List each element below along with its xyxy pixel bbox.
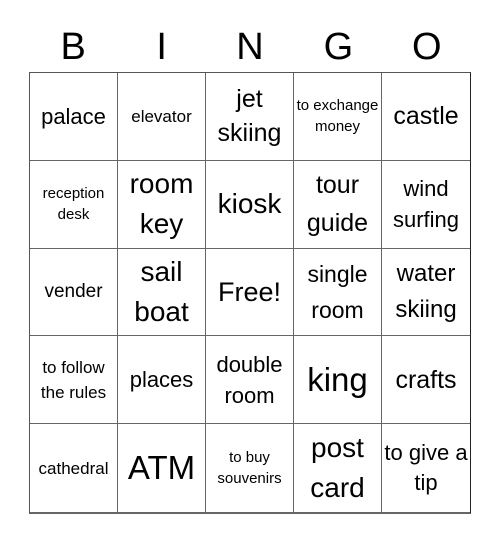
cell-text: to give a tip bbox=[384, 440, 468, 496]
bingo-cell[interactable]: wind surfing bbox=[382, 161, 470, 249]
bingo-grid: palace elevator jet skiing to exchange m… bbox=[29, 72, 471, 514]
cell-text: kiosk bbox=[217, 188, 282, 220]
cell-text: cathedral bbox=[38, 458, 109, 478]
cell-text: castle bbox=[393, 102, 459, 131]
cell-text: jet skiing bbox=[217, 85, 282, 148]
bingo-cell[interactable]: king bbox=[294, 336, 382, 425]
cell-text: to buy souvenirs bbox=[217, 449, 282, 488]
cell-text: ATM bbox=[127, 449, 196, 487]
bingo-cell[interactable]: to give a tip bbox=[382, 424, 470, 512]
header-letter-i: I bbox=[156, 26, 167, 68]
bingo-cell[interactable]: double room bbox=[206, 336, 294, 425]
bingo-cell[interactable]: reception desk bbox=[30, 160, 118, 249]
cell-text: to follow the rules bbox=[40, 357, 107, 402]
cell-text: vender bbox=[44, 281, 103, 303]
cell-text: to exchange money bbox=[296, 97, 379, 136]
bingo-cell[interactable]: to follow the rules bbox=[30, 336, 118, 425]
cell-text: single room bbox=[307, 260, 368, 323]
header-letter-g: G bbox=[323, 26, 354, 68]
cell-text: tour guide bbox=[306, 171, 369, 238]
cell-text: places bbox=[129, 367, 194, 393]
bingo-cell[interactable]: to exchange money bbox=[294, 73, 382, 161]
bingo-cell[interactable]: to buy souvenirs bbox=[206, 424, 294, 512]
bingo-cell[interactable]: single room bbox=[294, 248, 382, 337]
cell-text: king bbox=[307, 360, 368, 398]
bingo-cell[interactable]: jet skiing bbox=[206, 73, 294, 161]
header-letter-b: B bbox=[60, 26, 86, 68]
cell-text: room key bbox=[129, 168, 194, 240]
cell-text: wind surfing bbox=[392, 176, 460, 233]
cell-text: reception desk bbox=[42, 185, 105, 224]
cell-text: post card bbox=[310, 432, 365, 504]
bingo-cell[interactable]: places bbox=[118, 336, 206, 425]
bingo-cell[interactable]: Free! bbox=[206, 248, 294, 337]
bingo-cell[interactable]: kiosk bbox=[206, 160, 294, 249]
bingo-cell[interactable]: cathedral bbox=[30, 424, 118, 512]
header-letter-o: O bbox=[412, 26, 442, 68]
cell-text: elevator bbox=[131, 106, 192, 126]
cell-text: palace bbox=[41, 103, 106, 129]
header-letter-n: N bbox=[236, 26, 264, 68]
cell-text: water skiing bbox=[395, 259, 457, 323]
bingo-cell[interactable]: elevator bbox=[118, 73, 206, 161]
free-space: Free! bbox=[217, 276, 282, 307]
cell-text: crafts bbox=[395, 365, 457, 394]
bingo-cell[interactable]: castle bbox=[382, 73, 470, 161]
bingo-header: B I N G O bbox=[29, 22, 471, 72]
cell-text: double room bbox=[216, 351, 283, 408]
bingo-cell[interactable]: water skiing bbox=[382, 249, 470, 337]
bingo-cell[interactable]: post card bbox=[294, 424, 382, 512]
bingo-cell[interactable]: palace bbox=[30, 73, 118, 161]
bingo-cell[interactable]: sail boat bbox=[118, 248, 206, 337]
bingo-cell[interactable]: room key bbox=[118, 160, 206, 249]
bingo-cell[interactable]: crafts bbox=[382, 336, 470, 425]
bingo-cell[interactable]: tour guide bbox=[294, 160, 382, 249]
bingo-cell[interactable]: vender bbox=[30, 248, 118, 337]
cell-text: sail boat bbox=[134, 255, 189, 327]
bingo-cell[interactable]: ATM bbox=[118, 424, 206, 512]
